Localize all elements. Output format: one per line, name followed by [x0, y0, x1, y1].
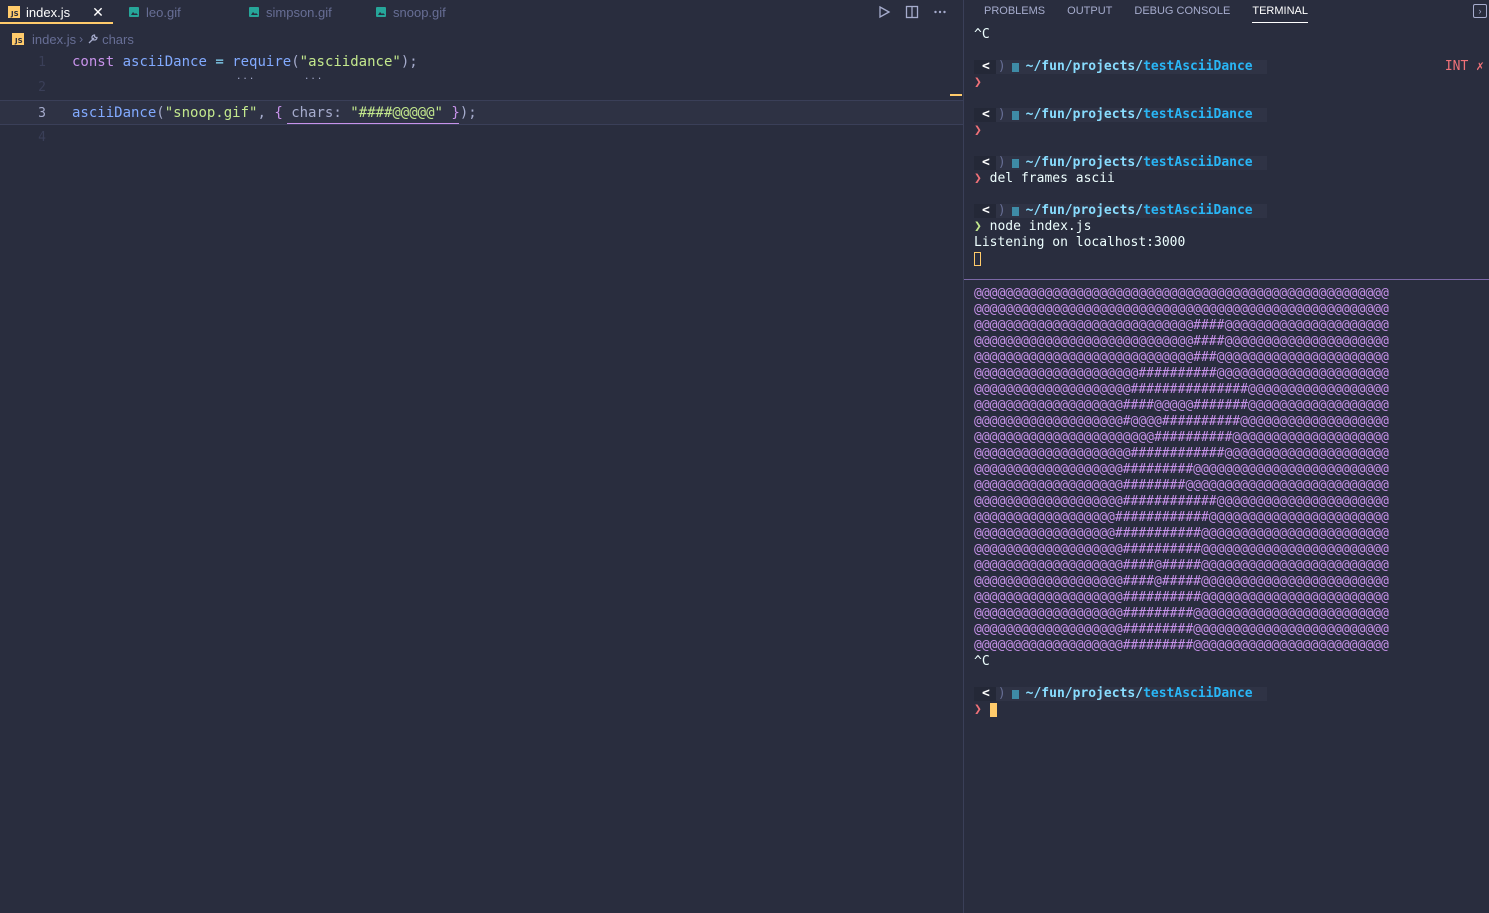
- js-file-icon: JS: [12, 33, 24, 45]
- ascii-art-line: @@@@@@@@@@@@@@@@@@############@@@@@@@@@@…: [974, 510, 1389, 525]
- code-editor[interactable]: 1 const asciiDance = require("asciidance…: [0, 50, 963, 150]
- chevron-right-icon[interactable]: ›: [1473, 4, 1487, 18]
- close-icon[interactable]: ✕: [92, 4, 104, 21]
- terminal-split-divider[interactable]: [964, 279, 1489, 280]
- prompt-arrow: ❯: [974, 123, 982, 138]
- image-file-icon: [375, 6, 387, 18]
- breadcrumb-file[interactable]: index.js: [32, 32, 76, 47]
- terminal-prompt: <) ~/fun/projects/testAsciiDance: [974, 686, 1484, 702]
- chevron-right-icon: ›: [79, 32, 84, 46]
- overview-ruler-marker: [950, 94, 962, 96]
- line-number: 4: [38, 130, 46, 145]
- tab-label: leo.gif: [146, 4, 181, 20]
- folder-icon: [1011, 110, 1019, 120]
- terminal-line: ^C: [974, 654, 990, 669]
- ascii-art-line: @@@@@@@@@@@@@@@@@@@####@@@@@#######@@@@@…: [974, 398, 1389, 413]
- wrench-icon: [87, 33, 99, 45]
- code-line[interactable]: 1 const asciiDance = require("asciidance…: [0, 50, 963, 82]
- editor-actions: [875, 3, 949, 21]
- ascii-art-line: @@@@@@@@@@@@@@@@@@@@@@@@@@@@@@@@@@@@@@@@…: [974, 286, 1389, 301]
- ascii-art-line: @@@@@@@@@@@@@@@@@@@##########@@@@@@@@@@@…: [974, 590, 1389, 605]
- folder-icon: [1011, 206, 1019, 216]
- terminal-input-line[interactable]: ❯: [974, 702, 1484, 718]
- ascii-art-line: @@@@@@@@@@@@@@@@@@@#@@@@##########@@@@@@…: [974, 414, 1389, 429]
- ascii-art-line: @@@@@@@@@@@@@@@@@@@@@@@@@@@@###@@@@@@@@@…: [974, 350, 1389, 365]
- terminal-command: ❯ del frames ascii: [974, 171, 1115, 186]
- split-editor-icon[interactable]: [903, 3, 921, 21]
- terminal-upper[interactable]: ^C <) ~/fun/projects/testAsciiDance INT ✗ …: [974, 27, 1484, 267]
- ascii-art-line: @@@@@@@@@@@@@@@@@@@####@#####@@@@@@@@@@@…: [974, 558, 1389, 573]
- bracket-highlight: [287, 123, 459, 124]
- breadcrumb-symbol[interactable]: chars: [102, 32, 134, 47]
- terminal-prompt: <) ~/fun/projects/testAsciiDance INT ✗: [974, 59, 1484, 75]
- tab-output[interactable]: OUTPUT: [1067, 0, 1112, 22]
- folder-icon: [1011, 62, 1019, 72]
- ascii-art-line: @@@@@@@@@@@@@@@@@@@#########@@@@@@@@@@@@…: [974, 462, 1389, 477]
- code-line[interactable]: 4: [0, 125, 963, 150]
- ascii-art-line: @@@@@@@@@@@@@@@@@@@#########@@@@@@@@@@@@…: [974, 622, 1389, 637]
- code-line-current[interactable]: 3 asciiDance("snoop.gif", { chars: "####…: [0, 100, 963, 125]
- ascii-art-line: @@@@@@@@@@@@@@@@@@@@###############@@@@@…: [974, 382, 1389, 397]
- bottom-panel: PROBLEMS OUTPUT DEBUG CONSOLE TERMINAL ›…: [963, 0, 1489, 913]
- line-number: 3: [38, 106, 46, 121]
- run-icon[interactable]: [875, 3, 893, 21]
- terminal-cursor: [974, 251, 1484, 267]
- image-file-icon: [248, 6, 260, 18]
- tab-label: index.js: [26, 4, 71, 20]
- terminal-command: ❯ node index.js: [974, 219, 1092, 234]
- tab-simpson-gif[interactable]: simpson.gif: [248, 0, 332, 24]
- tab-snoop-gif[interactable]: snoop.gif: [375, 0, 446, 24]
- tab-label: snoop.gif: [393, 4, 446, 20]
- folder-icon: [1011, 689, 1019, 699]
- breadcrumb: JS index.js › chars: [12, 30, 134, 48]
- tab-debug-console[interactable]: DEBUG CONSOLE: [1134, 0, 1230, 22]
- ascii-art-line: @@@@@@@@@@@@@@@@@@@#########@@@@@@@@@@@@…: [974, 638, 1389, 653]
- terminal-prompt: <) ~/fun/projects/testAsciiDance: [974, 107, 1484, 123]
- tab-problems[interactable]: PROBLEMS: [984, 0, 1045, 22]
- svg-text:JS: JS: [14, 37, 23, 45]
- ascii-art-line: @@@@@@@@@@@@@@@@@@@@@@@##########@@@@@@@…: [974, 430, 1389, 445]
- terminal-prompt: <) ~/fun/projects/testAsciiDance: [974, 203, 1484, 219]
- line-number: 1: [38, 55, 46, 70]
- terminal-cursor: [989, 702, 997, 717]
- folder-icon: [1011, 158, 1019, 168]
- tab-leo-gif[interactable]: leo.gif: [128, 0, 181, 24]
- ascii-art-line: @@@@@@@@@@@@@@@@@@@##########@@@@@@@@@@@…: [974, 542, 1389, 557]
- terminal-line: ^C: [974, 27, 990, 42]
- terminal-prompt: <) ~/fun/projects/testAsciiDance: [974, 155, 1484, 171]
- panel-tab-bar: PROBLEMS OUTPUT DEBUG CONSOLE TERMINAL: [984, 0, 1330, 24]
- ascii-art-line: @@@@@@@@@@@@@@@@@@@@@@@@@@@@####@@@@@@@@…: [974, 334, 1389, 349]
- active-tab-indicator: [0, 22, 113, 24]
- status-badge: INT ✗: [1444, 59, 1484, 74]
- more-actions-icon[interactable]: [931, 3, 949, 21]
- tab-label: simpson.gif: [266, 4, 332, 20]
- ascii-art-line: @@@@@@@@@@@@@@@@@@@############@@@@@@@@@…: [974, 494, 1389, 509]
- ascii-art-line: @@@@@@@@@@@@@@@@@@@@@@@@@@@@####@@@@@@@@…: [974, 318, 1389, 333]
- ascii-art-line: @@@@@@@@@@@@@@@@@@@####@#####@@@@@@@@@@@…: [974, 574, 1389, 589]
- ascii-art-line: @@@@@@@@@@@@@@@@@@@@@@@@@@@@@@@@@@@@@@@@…: [974, 302, 1389, 317]
- ascii-art-line: @@@@@@@@@@@@@@@@@@@@@##########@@@@@@@@@…: [974, 366, 1389, 381]
- terminal-lower[interactable]: @@@@@@@@@@@@@@@@@@@@@@@@@@@@@@@@@@@@@@@@…: [974, 286, 1484, 718]
- line-number: 2: [38, 80, 46, 95]
- ascii-art-line: @@@@@@@@@@@@@@@@@@@@############@@@@@@@@…: [974, 446, 1389, 461]
- prompt-arrow: ❯: [974, 75, 982, 90]
- editor-area: JS index.js ✕ leo.gif simpson.gif snoop.…: [0, 0, 963, 913]
- ascii-art-line: @@@@@@@@@@@@@@@@@@###########@@@@@@@@@@@…: [974, 526, 1389, 541]
- ascii-art-line: @@@@@@@@@@@@@@@@@@@#########@@@@@@@@@@@@…: [974, 606, 1389, 621]
- ascii-art-output: @@@@@@@@@@@@@@@@@@@@@@@@@@@@@@@@@@@@@@@@…: [974, 286, 1484, 654]
- tab-terminal[interactable]: TERMINAL: [1252, 0, 1308, 23]
- tab-index-js[interactable]: JS index.js ✕: [8, 0, 104, 24]
- terminal-output: Listening on localhost:3000: [974, 235, 1186, 250]
- editor-tab-bar: JS index.js ✕ leo.gif simpson.gif snoop.…: [0, 0, 963, 24]
- code-line[interactable]: 2: [0, 75, 963, 100]
- ascii-art-line: @@@@@@@@@@@@@@@@@@@########@@@@@@@@@@@@@…: [974, 478, 1389, 493]
- svg-text:JS: JS: [10, 10, 19, 18]
- image-file-icon: [128, 6, 140, 18]
- js-file-icon: JS: [8, 6, 20, 18]
